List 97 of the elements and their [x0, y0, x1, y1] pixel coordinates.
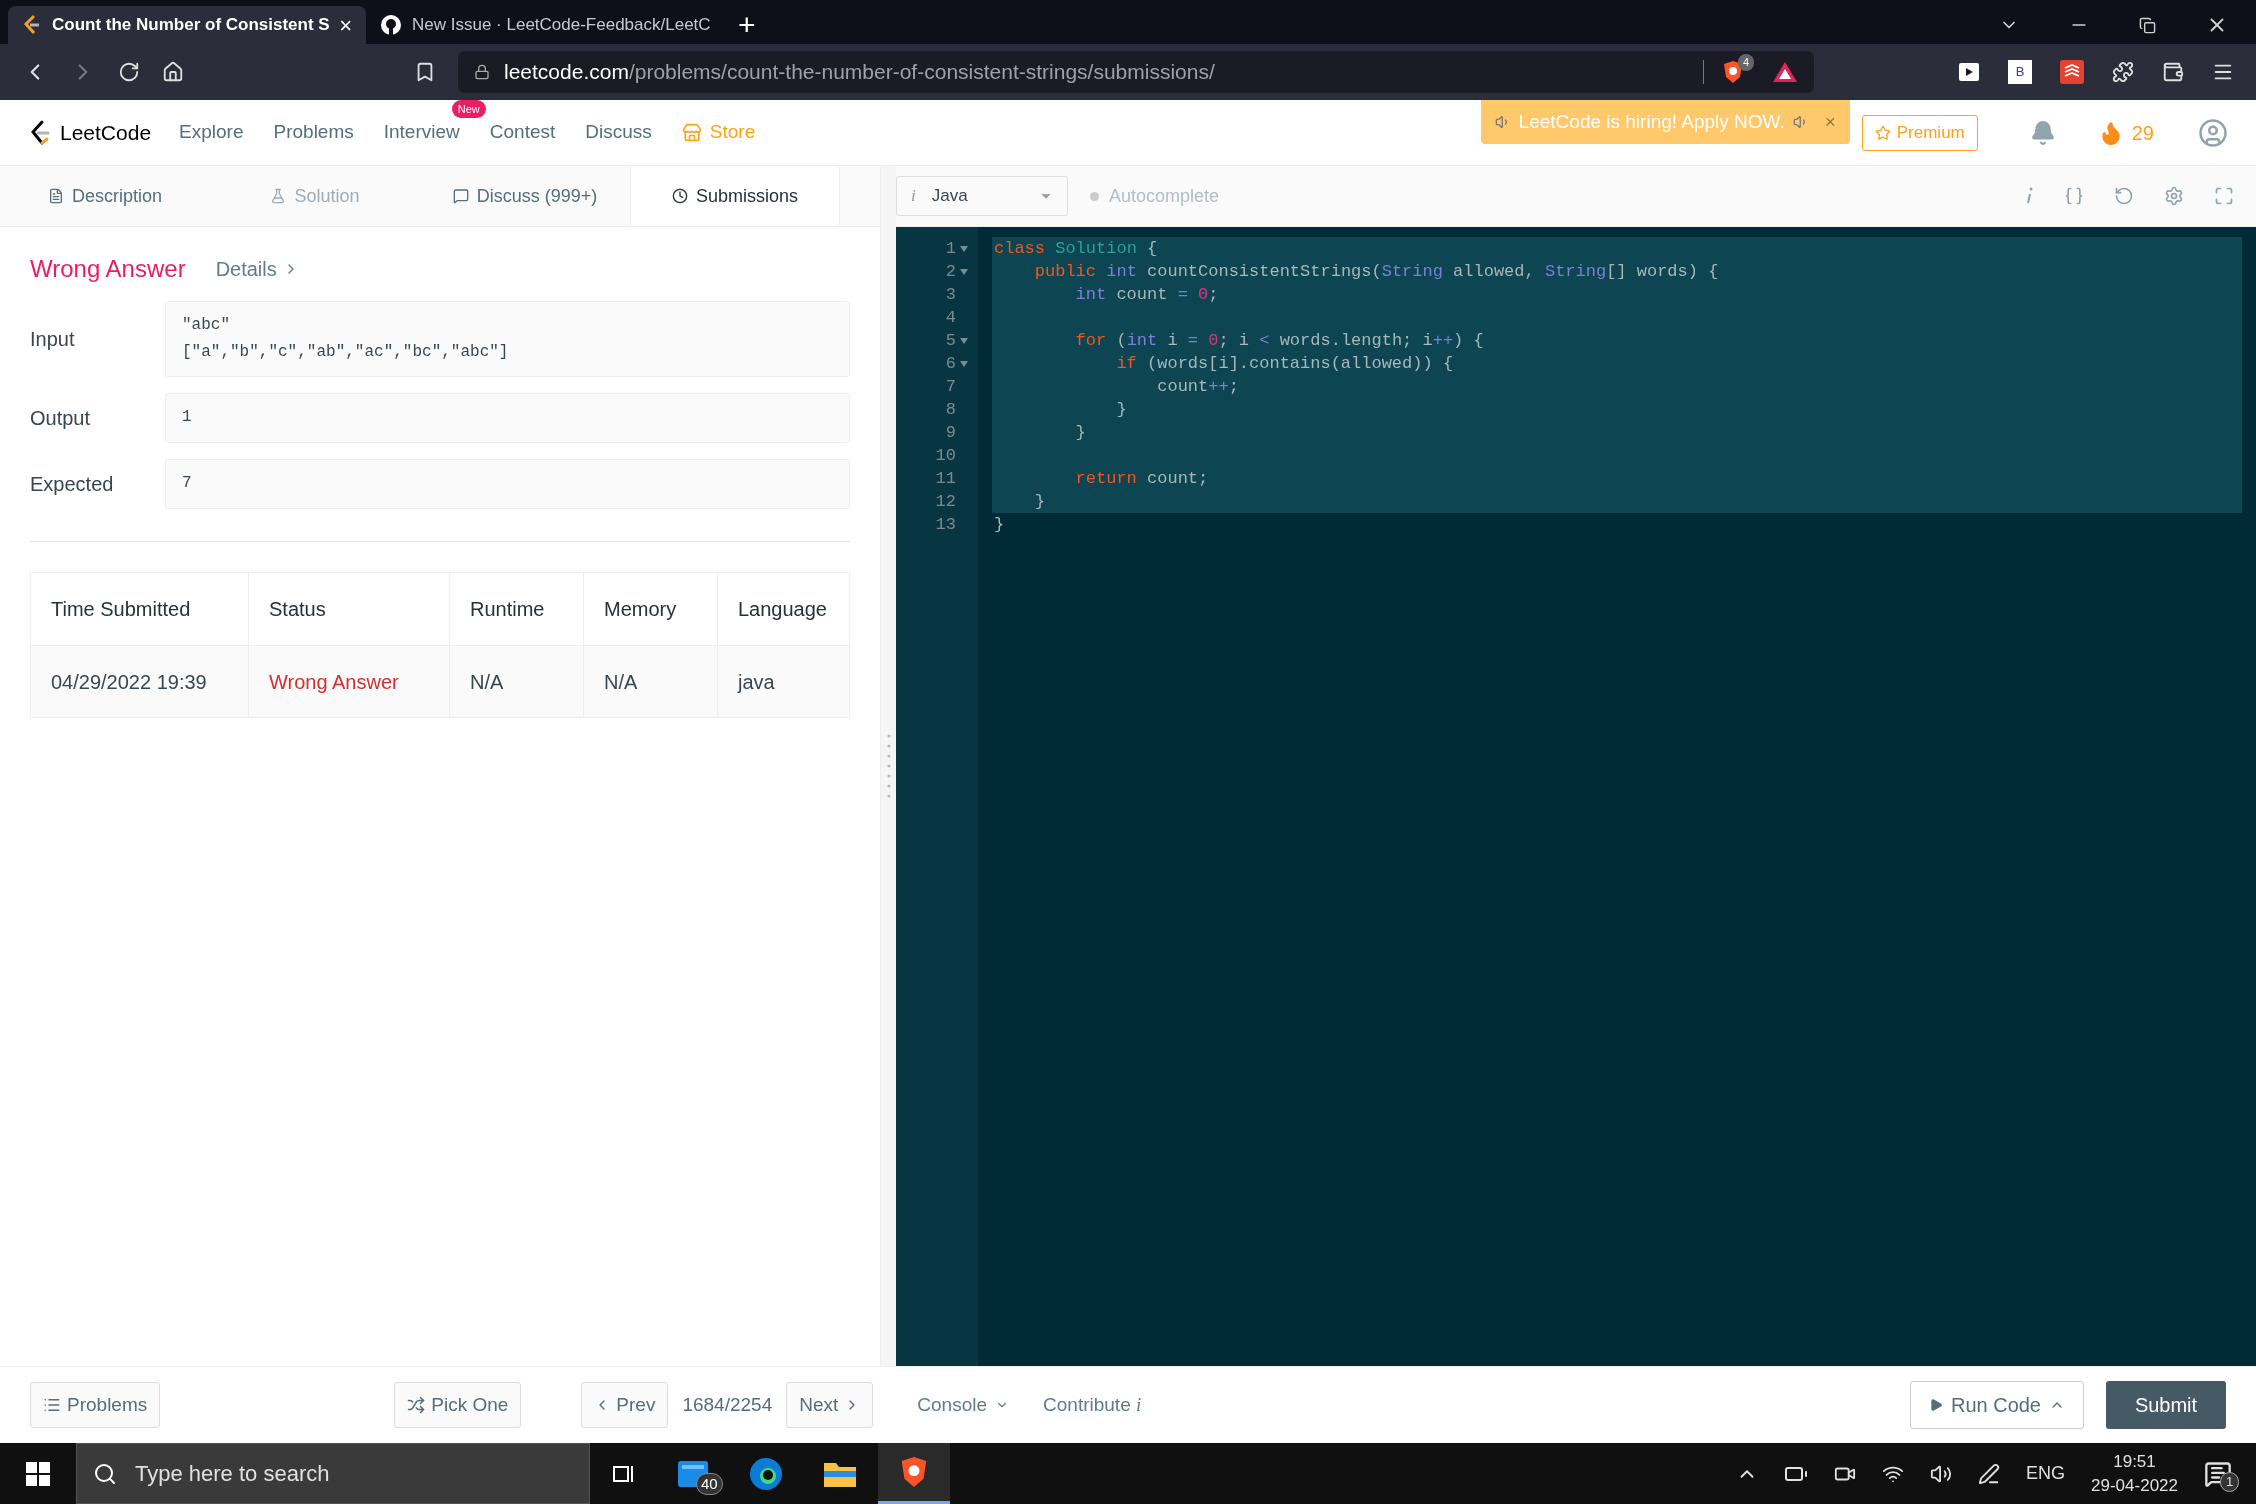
line-number: 9: [945, 421, 956, 444]
clock[interactable]: 19:51 29-04-2022: [2091, 1449, 2178, 1498]
panel-tab[interactable]: Description: [0, 166, 210, 226]
run-code-button[interactable]: Run Code: [1909, 1381, 2084, 1429]
media-icon[interactable]: [1958, 62, 1980, 82]
hiring-banner[interactable]: LeetCode is hiring! Apply NOW. ×: [1480, 100, 1850, 144]
details-link[interactable]: Details: [215, 254, 299, 284]
fold-arrow-icon[interactable]: [960, 337, 968, 344]
stack-icon[interactable]: [2060, 60, 2084, 84]
field-label: Input: [30, 327, 76, 352]
code-line: }: [993, 514, 1006, 536]
star-icon: [1874, 124, 1891, 141]
streak-count: 29: [2131, 120, 2154, 146]
extensions-icon[interactable]: [2112, 61, 2134, 83]
banner-close[interactable]: ×: [1824, 107, 1836, 137]
play-icon: [1928, 1398, 1943, 1412]
next-button[interactable]: Next: [786, 1382, 874, 1428]
lock-icon: [474, 64, 490, 80]
shield-count-badge: 4: [1738, 54, 1755, 71]
pen-icon[interactable]: [1978, 1462, 2000, 1485]
new-badge: New: [451, 100, 486, 119]
table-cell: Wrong Answer: [248, 646, 449, 717]
notification-badge: 1: [2220, 1471, 2240, 1492]
banner-text: LeetCode is hiring! Apply NOW.: [1518, 109, 1785, 134]
tab-icon: [47, 188, 64, 204]
line-number: 3: [945, 283, 956, 306]
result-value-box: 7: [165, 459, 850, 509]
fold-arrow-icon[interactable]: [960, 245, 968, 252]
new-tab-button[interactable]: +: [724, 6, 770, 44]
tab-icon: [671, 188, 688, 204]
line-number: 5: [945, 329, 956, 352]
column-header: Time Submitted: [50, 597, 192, 622]
table-cell: N/A: [583, 646, 717, 717]
line-number: 2: [945, 260, 956, 283]
list-icon: [43, 1396, 61, 1414]
line-number: 6: [945, 352, 956, 375]
code-logo-icon: [22, 14, 42, 36]
extension-button[interactable]: B: [2008, 60, 2032, 84]
home-icon[interactable]: [162, 61, 184, 83]
store-icon: [681, 122, 702, 143]
line-number: 8: [945, 398, 956, 421]
field-label: Expected: [30, 472, 115, 497]
problems-button[interactable]: Problems: [30, 1382, 161, 1428]
input-language[interactable]: ENG: [2026, 1460, 2066, 1487]
contribute-link[interactable]: Contribute i: [1043, 1390, 1142, 1420]
taskbar-search-field[interactable]: Type here to search: [76, 1443, 590, 1504]
code-logo-icon[interactable]: [28, 118, 52, 147]
pick-one-button[interactable]: Pick One: [394, 1382, 522, 1428]
tab-icon: [452, 188, 469, 204]
triangle-icon[interactable]: [1772, 61, 1798, 83]
wallet-icon[interactable]: [2162, 61, 2184, 83]
panel-tab[interactable]: Discuss (999+): [420, 166, 630, 226]
fold-arrow-icon[interactable]: [960, 360, 968, 367]
tab-close[interactable]: ×: [339, 8, 352, 42]
shuffle-icon: [407, 1396, 426, 1414]
url-text: leetcode.com/problems/count-the-number-of-consistent-strings/submissions/: [504, 59, 1215, 86]
table-cell: java: [717, 646, 849, 717]
tab-title: New Issue · LeetCode-Feedback/LeetC: [412, 14, 710, 37]
line-number: 10: [935, 444, 956, 467]
result-value-box: "abc" ["a","b","c","ab","ac","bc","abc"]: [165, 301, 850, 377]
table-cell-text: 04/29/2022 19:39: [50, 669, 208, 695]
notification-icon[interactable]: [2204, 1459, 2232, 1488]
line-number: 4: [945, 306, 956, 329]
search-icon: [93, 1461, 117, 1486]
language-select[interactable]: i Java: [896, 176, 1068, 216]
nav-link[interactable]: Problems: [273, 121, 354, 143]
windows-logo-icon[interactable]: [26, 1461, 50, 1486]
browser-tab[interactable]: New Issue · LeetCode-Feedback/LeetC: [366, 6, 724, 44]
line-number: 1: [945, 237, 956, 260]
problem-counter: 1684/2254: [682, 1392, 773, 1417]
nav-link[interactable]: Contest: [489, 121, 556, 143]
line-number: 12: [935, 490, 956, 513]
panel-tab[interactable]: Submissions: [630, 166, 840, 226]
line-number: 13: [935, 513, 956, 536]
nav-link[interactable]: Discuss: [585, 121, 652, 143]
tab-icon: [270, 188, 287, 204]
result-value-box: 1: [165, 393, 850, 443]
address-bar[interactable]: leetcode.com/problems/count-the-number-of-consistent-strings/submissions/ 4: [458, 51, 1814, 93]
bell-icon[interactable]: [2029, 119, 2056, 146]
tab-title: Count the Number of Consistent S: [52, 14, 330, 37]
field-label: Output: [30, 406, 92, 431]
nav-link[interactable]: Interview: [383, 121, 460, 143]
result-status: Wrong Answer: [30, 254, 186, 284]
fold-arrow-icon[interactable]: [960, 268, 968, 275]
prev-button[interactable]: Prev: [581, 1382, 669, 1428]
mail-badge: 40: [696, 1472, 723, 1495]
browser-tab[interactable]: Count the Number of Consistent S ×: [8, 6, 366, 44]
reload-icon[interactable]: [118, 61, 140, 83]
nav-link[interactable]: Explore: [179, 121, 244, 143]
submit-button[interactable]: Submit: [2106, 1381, 2226, 1429]
logo-text[interactable]: LeetCode: [60, 116, 152, 149]
line-number: 7: [945, 375, 956, 398]
line-number: 11: [935, 467, 956, 490]
console-button[interactable]: Console: [917, 1390, 1010, 1420]
restore-icon[interactable]: [2139, 16, 2156, 34]
table-cell: N/A: [449, 646, 583, 717]
avatar-icon[interactable]: [2198, 117, 2228, 148]
